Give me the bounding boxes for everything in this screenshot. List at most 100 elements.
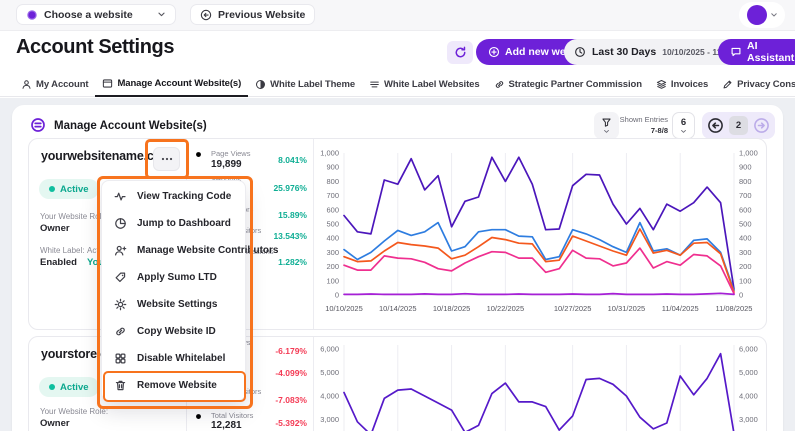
user-plus-icon bbox=[114, 244, 127, 257]
svg-text:3,000: 3,000 bbox=[320, 415, 339, 424]
white-label-value: Enabled bbox=[40, 257, 77, 268]
svg-text:400: 400 bbox=[326, 234, 339, 243]
pulse-icon bbox=[114, 190, 127, 203]
pagination: 2 bbox=[702, 112, 775, 139]
menu-item-view-tracking-code[interactable]: View Tracking Code bbox=[102, 183, 245, 210]
menu-item-label: Jump to Dashboard bbox=[137, 218, 231, 229]
top-bar: Choose a website Previous Website bbox=[0, 0, 795, 31]
svg-text:4,000: 4,000 bbox=[739, 392, 758, 401]
account-menu[interactable] bbox=[739, 2, 785, 28]
menu-item-remove-website[interactable]: Remove Website bbox=[102, 372, 245, 399]
layers-icon bbox=[656, 79, 667, 90]
white-label-label: White Label: bbox=[40, 246, 85, 255]
tab-my-account[interactable]: My Account bbox=[14, 72, 95, 97]
tab-strategic-partner-commission[interactable]: Strategic Partner Commission bbox=[487, 72, 649, 97]
clock-icon bbox=[574, 46, 586, 58]
tab-label: White Label Websites bbox=[384, 79, 480, 90]
menu-item-copy-website-id[interactable]: Copy Website ID bbox=[102, 318, 245, 345]
ellipsis-icon bbox=[160, 152, 174, 166]
svg-text:400: 400 bbox=[739, 234, 752, 243]
gear-icon bbox=[114, 298, 127, 311]
trash-icon bbox=[114, 379, 127, 392]
status-badge: Active bbox=[39, 179, 99, 199]
svg-text:4,000: 4,000 bbox=[320, 392, 339, 401]
menu-item-website-settings[interactable]: Website Settings bbox=[102, 291, 245, 318]
menu-item-label: Apply Sumo LTD bbox=[137, 272, 217, 283]
menu-item-label: Website Settings bbox=[137, 299, 218, 310]
svg-text:200: 200 bbox=[326, 262, 339, 271]
chevron-down-icon bbox=[680, 128, 687, 135]
svg-text:600: 600 bbox=[326, 205, 339, 214]
svg-text:0: 0 bbox=[739, 291, 743, 300]
tab-manage-account-website-s[interactable]: Manage Account Website(s) bbox=[95, 72, 249, 97]
websites-panel-icon bbox=[30, 117, 46, 133]
stat-label: Page Views bbox=[211, 149, 251, 158]
link-icon bbox=[494, 79, 505, 90]
stat-percent: 1.282% bbox=[278, 257, 307, 267]
svg-text:600: 600 bbox=[739, 205, 752, 214]
tab-label: White Label Theme bbox=[270, 79, 356, 90]
refresh-button[interactable] bbox=[447, 41, 473, 64]
menu-item-disable-whitelabel[interactable]: Disable Whitelabel bbox=[102, 345, 245, 372]
stat-percent: 15.89% bbox=[278, 210, 307, 220]
traffic-chart-2: 3,000 3,000 4,000 4,000 5,000 5,000 6,000 6,000 bbox=[314, 339, 764, 431]
tab-invoices[interactable]: Invoices bbox=[649, 72, 715, 97]
menu-item-label: Disable Whitelabel bbox=[137, 353, 226, 364]
lines-icon bbox=[369, 79, 380, 90]
user-icon bbox=[21, 79, 32, 90]
svg-text:300: 300 bbox=[739, 248, 752, 257]
previous-website-button[interactable]: Previous Website bbox=[190, 4, 316, 25]
grid-icon bbox=[114, 352, 127, 365]
period-label: Last 30 Days bbox=[592, 46, 657, 58]
role-value: Owner bbox=[40, 223, 70, 234]
chevron-down-icon bbox=[770, 11, 778, 19]
stat-value: 19,899 bbox=[211, 159, 242, 170]
stat-percent: -7.083% bbox=[275, 395, 307, 405]
svg-text:800: 800 bbox=[326, 177, 339, 186]
choose-website-dropdown[interactable]: Choose a website bbox=[16, 4, 176, 25]
website-actions-button[interactable] bbox=[153, 147, 180, 171]
tab-privacy-consents[interactable]: Privacy Consents bbox=[715, 72, 795, 97]
svg-text:100: 100 bbox=[326, 276, 339, 285]
svg-text:11/04/2025: 11/04/2025 bbox=[662, 304, 699, 313]
tag-icon bbox=[114, 271, 127, 284]
menu-item-label: Copy Website ID bbox=[137, 326, 216, 337]
menu-item-jump-to-dashboard[interactable]: Jump to Dashboard bbox=[102, 210, 245, 237]
svg-text:10/10/2025: 10/10/2025 bbox=[325, 304, 363, 313]
role-label: Your Website Role: bbox=[40, 212, 109, 221]
ai-assistant-label: AI Assistant bbox=[747, 40, 795, 64]
role-value: Owner bbox=[40, 418, 70, 429]
avatar bbox=[746, 5, 767, 25]
ai-assistant-button[interactable]: AI Assistant bbox=[718, 39, 795, 65]
svg-text:500: 500 bbox=[326, 220, 339, 229]
stat-percent: -6.179% bbox=[275, 346, 307, 356]
shown-entries-value: 7-8/8 bbox=[650, 126, 668, 136]
svg-text:0: 0 bbox=[335, 291, 339, 300]
menu-item-manage-website-contributors[interactable]: Manage Website Contributors bbox=[102, 237, 279, 264]
globe-icon bbox=[26, 9, 38, 21]
menu-item-label: Remove Website bbox=[137, 380, 217, 391]
tab-white-label-websites[interactable]: White Label Websites bbox=[362, 72, 486, 97]
page-size-select[interactable]: 6 bbox=[672, 112, 695, 139]
shown-entries-label: Shown Entries bbox=[619, 115, 668, 124]
choose-website-label: Choose a website bbox=[44, 8, 133, 21]
funnel-icon bbox=[601, 117, 612, 128]
svg-text:1,000: 1,000 bbox=[320, 149, 339, 158]
browser-icon bbox=[102, 78, 113, 89]
chat-icon bbox=[730, 46, 742, 58]
tab-white-label-theme[interactable]: White Label Theme bbox=[248, 72, 362, 97]
stat-percent: 13.543% bbox=[273, 231, 307, 241]
traffic-chart-1: 0 0 100 100 200 200 300 300 400 400 500 500 600 600 70… bbox=[314, 143, 764, 327]
line-chart: 3,000 3,000 4,000 4,000 5,000 5,000 6,000 6,000 bbox=[320, 345, 758, 431]
svg-text:900: 900 bbox=[739, 163, 752, 172]
next-page-button[interactable] bbox=[753, 117, 770, 134]
tab-label: Invoices bbox=[670, 79, 709, 90]
current-page[interactable]: 2 bbox=[729, 116, 748, 135]
menu-item-apply-sumo-ltd[interactable]: Apply Sumo LTD bbox=[102, 264, 245, 291]
previous-page-button[interactable] bbox=[707, 117, 724, 134]
refresh-icon bbox=[454, 46, 467, 59]
previous-website-label: Previous Website bbox=[218, 8, 306, 21]
website-actions-menu: View Tracking Code Jump to Dashboard Manag… bbox=[101, 180, 279, 401]
svg-text:200: 200 bbox=[739, 262, 752, 271]
line-chart: 0 0 100 100 200 200 300 300 400 400 500 500 600 600 70… bbox=[320, 149, 758, 314]
